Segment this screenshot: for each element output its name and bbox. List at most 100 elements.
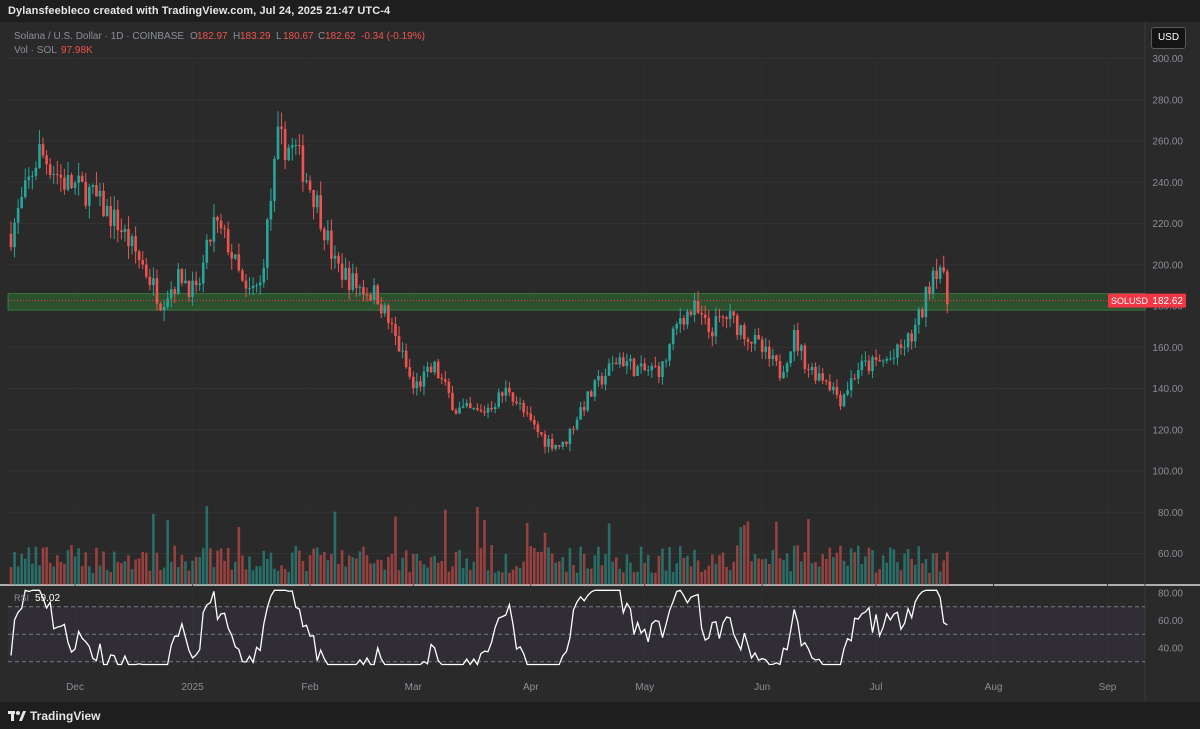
volume-bar — [739, 527, 743, 585]
candle-body — [109, 205, 112, 226]
candle-body — [732, 311, 735, 316]
candle-body — [130, 236, 134, 247]
volume-bar — [273, 568, 276, 585]
time-tick-label: Dec — [66, 682, 84, 693]
volume-bar — [23, 558, 27, 585]
candle-body — [735, 315, 739, 336]
time-tick-label: Sep — [1099, 682, 1117, 693]
candle-body — [116, 209, 120, 231]
volume-bar — [597, 546, 600, 585]
volume-bar — [629, 562, 632, 585]
candle-body — [810, 366, 814, 371]
volume-bar — [305, 571, 308, 585]
candle-body — [120, 230, 123, 232]
candle-body — [935, 270, 938, 279]
volume-bar — [803, 552, 807, 585]
candle-body — [800, 345, 803, 351]
candle-body — [782, 372, 785, 379]
candle-body — [95, 185, 98, 197]
candle-body — [194, 280, 198, 286]
candle-body — [885, 358, 889, 361]
volume-bar — [219, 548, 223, 585]
candle-body — [678, 318, 682, 325]
price-tick-label: 100.00 — [1152, 467, 1183, 478]
volume-bar — [312, 548, 315, 585]
volume-bar — [137, 558, 141, 585]
volume-bar — [636, 571, 639, 585]
candle-body — [105, 205, 109, 217]
volume-bar — [45, 547, 48, 585]
volume-bar — [796, 545, 800, 585]
candle-body — [226, 229, 230, 253]
currency-button[interactable]: USD — [1151, 27, 1186, 49]
volume-bar — [611, 561, 614, 585]
price-chart[interactable]: 300.00 280.00 260.00 240.00 220.00 200.00 180.… — [0, 0, 1200, 729]
candle-body — [390, 322, 394, 325]
candle-body — [604, 375, 607, 385]
candle-body — [333, 255, 337, 259]
volume-bar — [846, 565, 849, 585]
candle-body — [896, 344, 899, 358]
volume-bar — [205, 506, 209, 585]
price-tick-label: 220.00 — [1152, 219, 1183, 230]
candle-body — [127, 229, 130, 247]
volume-bar — [130, 569, 134, 585]
volume-bar — [80, 566, 84, 585]
candle-body — [611, 362, 614, 364]
volume-bar — [13, 551, 16, 585]
candle-body — [892, 357, 896, 359]
legend-rsi-value: 59.02 — [35, 593, 60, 604]
candle-body — [743, 325, 746, 340]
volume-bar — [287, 571, 290, 585]
volume-bar — [643, 562, 646, 585]
volume-bar — [59, 561, 63, 585]
volume-bar — [55, 555, 59, 585]
tradingview-logo: TradingView — [8, 709, 100, 723]
volume-bar — [48, 562, 52, 585]
candle-body — [696, 300, 700, 313]
last-price-symbol: SOLUSD — [1111, 296, 1149, 306]
volume-bar — [703, 569, 707, 585]
price-tick-label: 160.00 — [1152, 343, 1183, 354]
volume-bar — [20, 553, 23, 585]
candle-body — [344, 267, 347, 280]
volume-bar — [504, 553, 508, 585]
last-price-value: 182.62 — [1152, 296, 1183, 307]
candle-body — [760, 339, 764, 352]
candle-body — [173, 289, 177, 294]
price-tick-label: 300.00 — [1152, 54, 1183, 65]
volume-bar — [732, 561, 735, 585]
volume-bar — [66, 550, 70, 585]
time-tick-label: Feb — [301, 682, 319, 693]
rsi-tick-label: 80.00 — [1158, 589, 1183, 600]
volume-bar — [686, 555, 689, 585]
candle-body — [728, 311, 732, 320]
volume-bar — [881, 555, 885, 585]
volume-bar — [237, 527, 241, 585]
gridlines — [0, 22, 1200, 702]
candle-body — [789, 351, 792, 364]
volume-bar — [554, 562, 557, 585]
candle-body — [273, 158, 276, 201]
volume-bar — [775, 521, 778, 585]
legend-vol-value: 97.98K — [61, 45, 93, 56]
volume-bar — [931, 553, 935, 585]
volume-bar — [565, 571, 568, 585]
volume-bar — [864, 556, 867, 585]
candle-body — [824, 380, 828, 382]
candle-body — [550, 438, 554, 449]
candle-body — [871, 357, 874, 372]
candle-body — [817, 373, 821, 381]
volume-bar — [807, 519, 810, 585]
volume-bar — [561, 556, 565, 585]
candle-body — [262, 267, 266, 283]
candle-body — [433, 361, 436, 373]
volume-bar — [735, 545, 739, 585]
volume-bar — [871, 550, 874, 585]
candle-body — [248, 288, 251, 290]
volume-bar — [102, 551, 105, 585]
candle-body — [565, 441, 568, 445]
volume-bar — [832, 557, 835, 585]
candle-body — [20, 196, 23, 209]
candle-body — [928, 286, 931, 294]
